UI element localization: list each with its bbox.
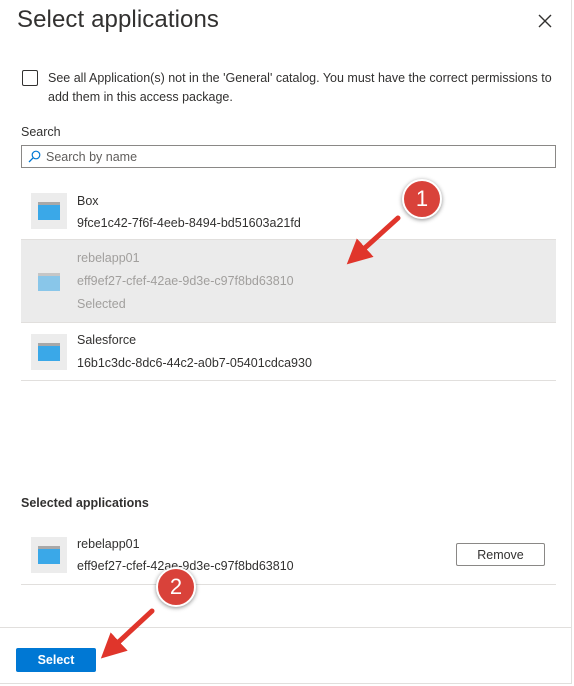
select-applications-panel: Select applications See all Application(… xyxy=(0,0,572,684)
app-window-icon xyxy=(31,334,67,370)
app-row-salesforce[interactable]: Salesforce 16b1c3dc-8dc6-44c2-a0b7-05401… xyxy=(21,323,556,381)
app-row-box[interactable]: Box 9fce1c42-7f6f-4eeb-8494-bd51603a21fd xyxy=(21,181,556,240)
catalog-option-label: See all Application(s) not in the 'Gener… xyxy=(48,71,552,104)
app-window-icon xyxy=(31,264,67,300)
selected-applications-heading: Selected applications xyxy=(21,496,149,510)
app-name: Salesforce xyxy=(77,333,137,347)
selected-app-row: rebelapp01 eff9ef27-cfef-42ae-9d3e-c97f8… xyxy=(21,526,556,585)
app-id: eff9ef27-cfef-42ae-9d3e-c97f8bd63810 xyxy=(77,274,294,288)
search-label: Search xyxy=(21,125,61,139)
app-name: Box xyxy=(77,194,99,208)
search-input[interactable] xyxy=(46,147,546,166)
selected-app-name: rebelapp01 xyxy=(77,537,140,551)
app-window-icon xyxy=(31,193,67,229)
app-id: 16b1c3dc-8dc6-44c2-a0b7-05401cdca930 xyxy=(77,356,312,370)
callout-1-badge: 1 xyxy=(402,179,442,219)
search-icon xyxy=(28,150,41,163)
footer-divider xyxy=(0,627,572,628)
close-icon[interactable] xyxy=(536,12,554,30)
select-button[interactable]: Select xyxy=(16,648,96,672)
app-name: rebelapp01 xyxy=(77,251,140,265)
app-window-icon xyxy=(31,537,67,573)
search-box xyxy=(21,145,556,168)
app-id: 9fce1c42-7f6f-4eeb-8494-bd51603a21fd xyxy=(77,216,301,230)
remove-button[interactable]: Remove xyxy=(456,543,545,566)
callout-2-badge: 2 xyxy=(156,567,196,607)
dialog-title: Select applications xyxy=(17,6,220,33)
app-row-rebelapp01[interactable]: rebelapp01 eff9ef27-cfef-42ae-9d3e-c97f8… xyxy=(21,240,556,323)
catalog-checkbox[interactable] xyxy=(22,70,38,86)
app-status: Selected xyxy=(77,297,126,311)
